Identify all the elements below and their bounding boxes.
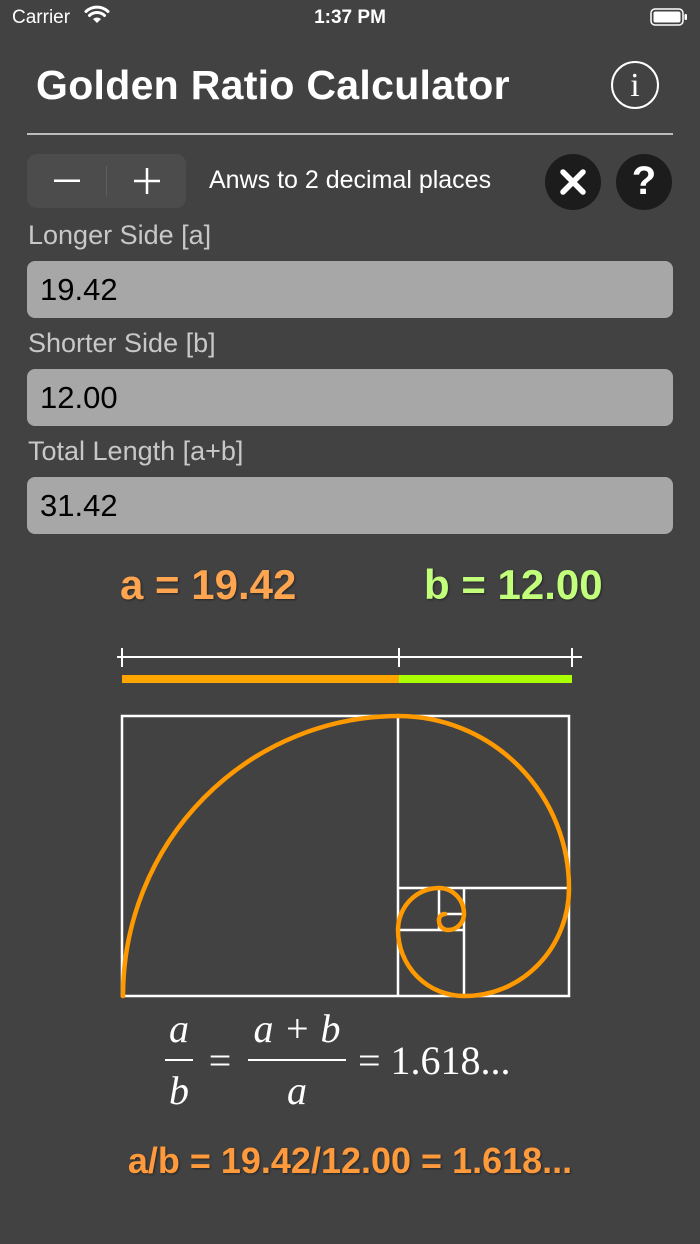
header-divider: [27, 133, 673, 135]
increment-button[interactable]: [107, 154, 186, 208]
formula-value: = 1.618...: [358, 1038, 511, 1083]
result-a: a = 19.42: [120, 561, 297, 608]
result-b: b = 12.00: [424, 561, 603, 608]
total-length-label: Total Length [a+b]: [28, 436, 244, 466]
page-title: Golden Ratio Calculator: [36, 62, 510, 108]
info-icon: i: [630, 67, 640, 104]
clear-button[interactable]: [545, 154, 601, 210]
shorter-side-label: Shorter Side [b]: [28, 328, 216, 358]
battery-icon: [650, 8, 687, 26]
formula-a-denominator: a: [287, 1068, 307, 1113]
segment-a-bar: [122, 675, 399, 683]
plus-icon: [133, 168, 160, 194]
formula-equals: =: [209, 1038, 232, 1083]
question-mark-icon: ?: [631, 158, 657, 203]
minus-icon: [53, 179, 80, 182]
shorter-side-input[interactable]: [27, 369, 673, 426]
formula-b-denominator: b: [169, 1068, 189, 1113]
total-length-input[interactable]: [27, 477, 673, 534]
precision-label: Anws to 2 decimal places: [209, 166, 492, 194]
help-button[interactable]: ?: [616, 154, 672, 210]
formula-a-plus-b: a + b: [254, 1006, 341, 1051]
result-ratio: a/b = 19.42/12.00 = 1.618...: [127, 1140, 573, 1181]
longer-side-input[interactable]: [27, 261, 673, 318]
status-bar: Carrier 1:37 PM: [0, 0, 700, 36]
golden-ratio-diagram: [117, 648, 582, 999]
segment-b-bar: [399, 675, 572, 683]
decrement-button[interactable]: [27, 154, 106, 208]
precision-stepper[interactable]: [27, 154, 186, 208]
clock: 1:37 PM: [314, 7, 386, 28]
formula-a-numerator: a: [169, 1006, 189, 1051]
close-icon: [560, 169, 586, 195]
segment-ruler: [117, 648, 582, 667]
golden-ratio-formula: a b = a + b a = 1.618...: [165, 1006, 511, 1113]
golden-spiral: [120, 713, 572, 999]
golden-rectangle-grid: [120, 714, 571, 998]
info-button[interactable]: i: [611, 61, 659, 109]
longer-side-label: Longer Side [a]: [28, 220, 212, 250]
